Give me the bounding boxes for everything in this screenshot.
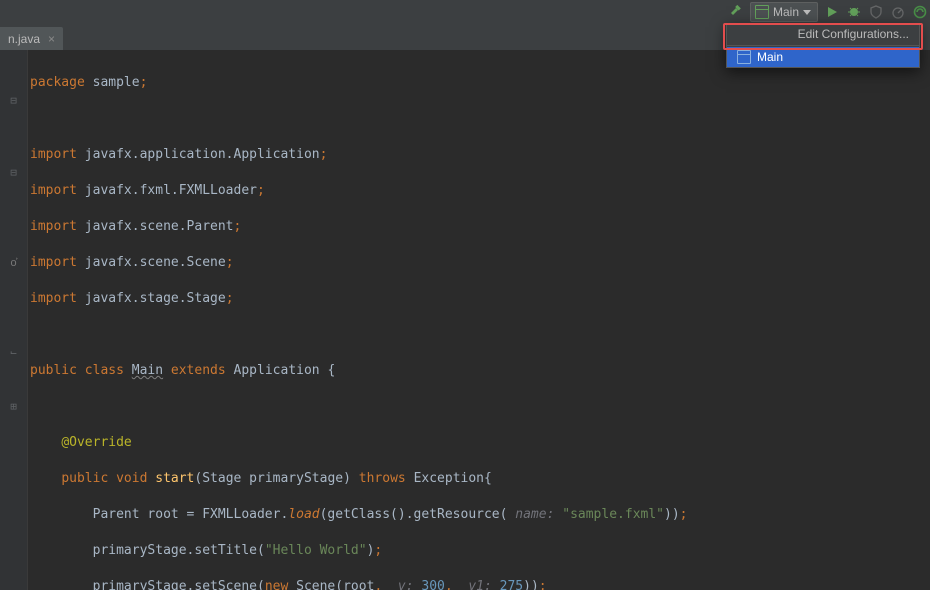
run-icon[interactable]: [824, 4, 840, 20]
gutter: ⊟ ⊟ o͐ ⌙ ⊞: [0, 50, 28, 590]
hammer-icon[interactable]: [728, 4, 744, 20]
editor: ⊟ ⊟ o͐ ⌙ ⊞ package sample; import javafx…: [0, 50, 930, 590]
tab-label: n.java: [8, 32, 40, 46]
fold-minus-icon[interactable]: ⊟: [0, 92, 27, 110]
dropdown-edit-configurations[interactable]: Edit Configurations...: [727, 24, 919, 44]
chevron-down-icon: [803, 10, 811, 15]
fold-minus-icon[interactable]: ⊟: [0, 164, 27, 182]
fold-end-icon[interactable]: ⌙: [0, 344, 27, 362]
dropdown-item-label: Main: [757, 50, 783, 64]
editor-tab[interactable]: n.java ×: [0, 27, 63, 50]
override-gutter-icon[interactable]: o͐: [0, 254, 27, 272]
dropdown-separator: [727, 45, 919, 46]
application-icon: [737, 50, 751, 64]
code-area[interactable]: package sample; import javafx.applicatio…: [28, 50, 930, 590]
close-icon[interactable]: ×: [48, 33, 55, 45]
run-config-label: Main: [773, 5, 799, 19]
fold-plus-icon[interactable]: ⊞: [0, 398, 27, 416]
application-icon: [755, 5, 769, 19]
dropdown-main-config[interactable]: Main: [727, 47, 919, 67]
dropdown-item-label: Edit Configurations...: [737, 27, 909, 41]
run-config-selector[interactable]: Main: [750, 2, 818, 22]
coverage-icon[interactable]: [868, 4, 884, 20]
run-config-dropdown: Edit Configurations... Main: [726, 23, 920, 68]
profile-icon[interactable]: [890, 4, 906, 20]
toolbar: Main: [0, 0, 930, 25]
stop-icon[interactable]: [912, 4, 928, 20]
debug-icon[interactable]: [846, 4, 862, 20]
